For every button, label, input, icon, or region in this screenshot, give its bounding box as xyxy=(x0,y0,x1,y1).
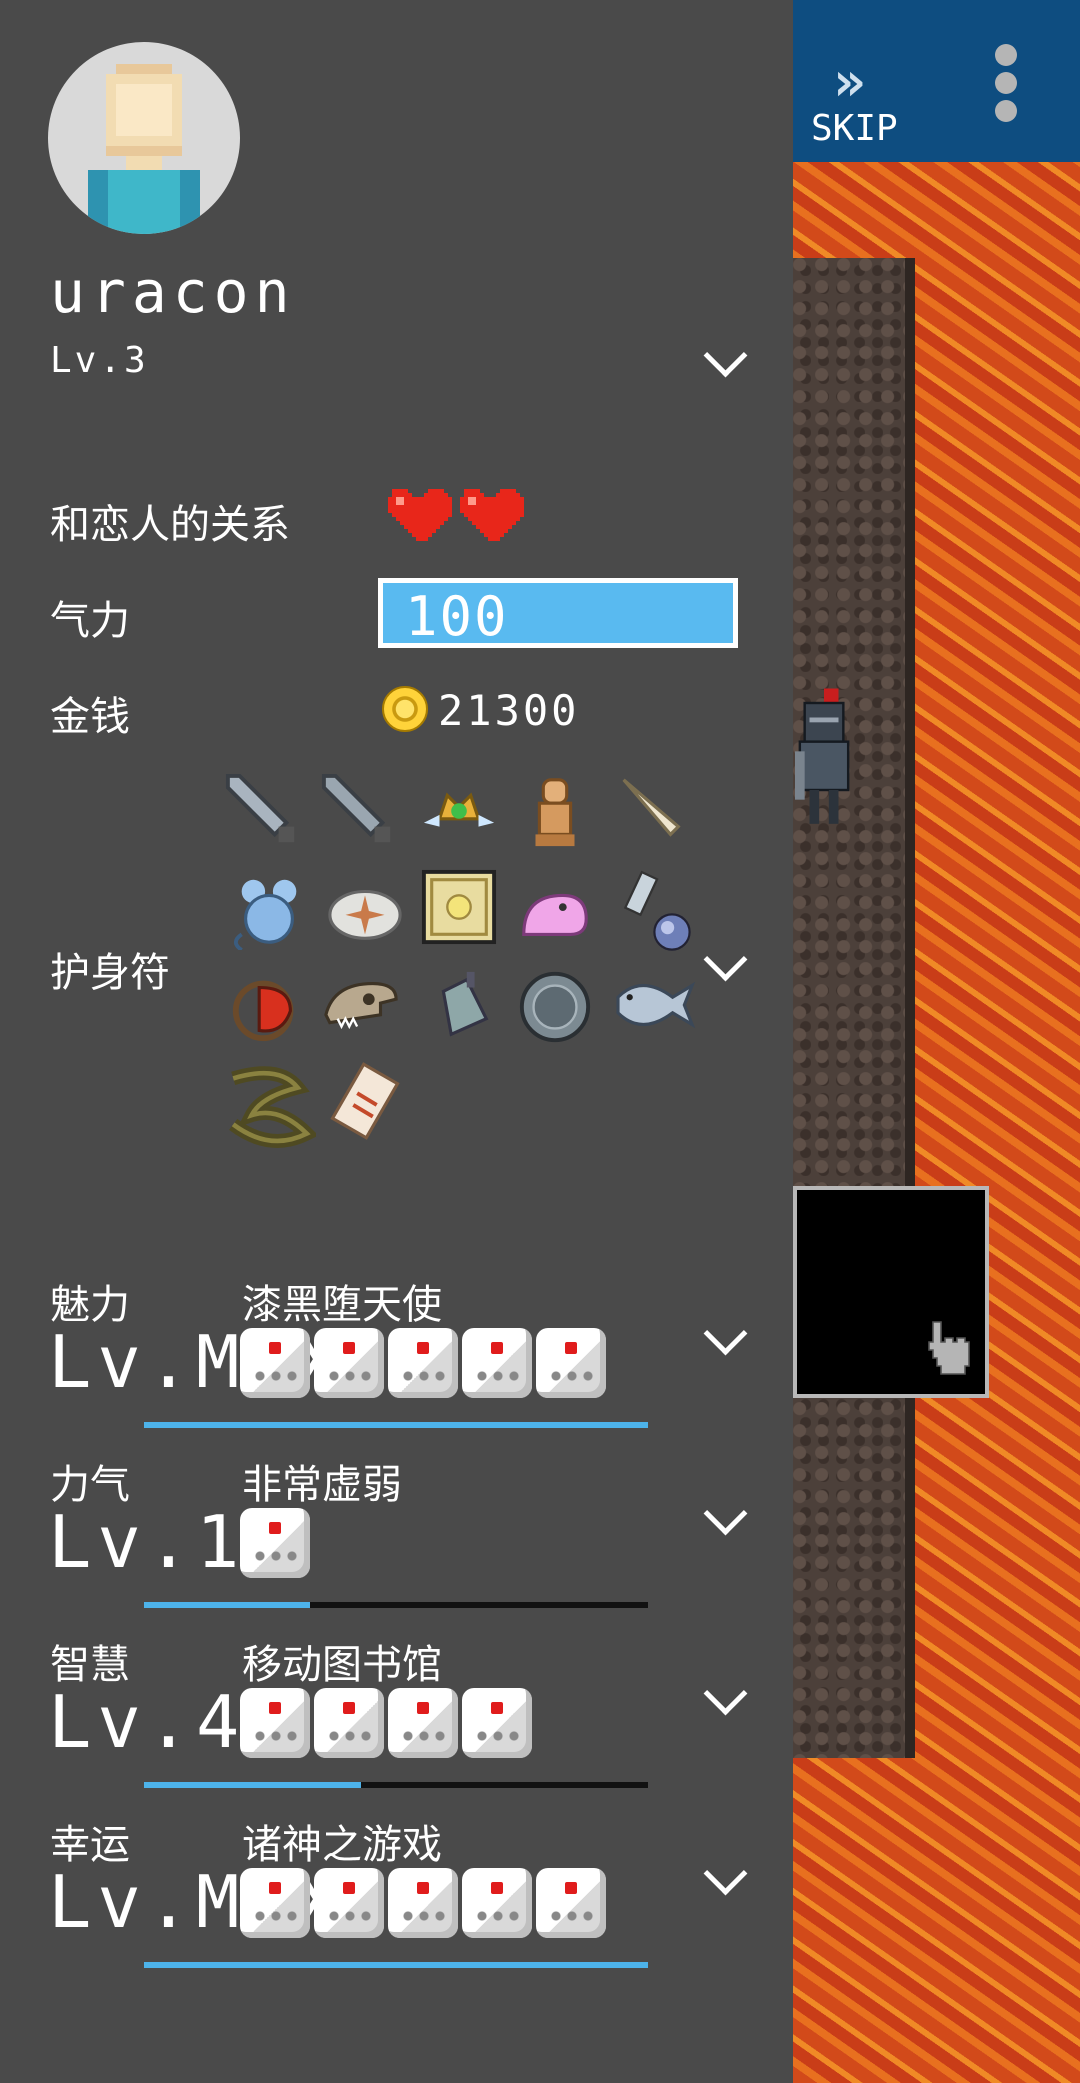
money-label: 金钱 xyxy=(50,694,130,740)
chevron-down-icon[interactable] xyxy=(703,1491,748,1536)
more-menu-icon[interactable] xyxy=(995,44,1017,128)
dice-row xyxy=(240,1688,532,1758)
die-icon xyxy=(388,1328,458,1398)
fossil-shell-icon xyxy=(328,889,402,940)
avatar-pixel-figure xyxy=(88,64,200,234)
progress-bar xyxy=(144,1602,648,1608)
die-icon xyxy=(240,1328,310,1398)
progress-fill xyxy=(144,1422,648,1428)
relationship-label: 和恋人的关系 xyxy=(50,502,290,548)
dice-row xyxy=(240,1328,606,1398)
money-value: 21300 xyxy=(438,686,580,735)
heart-icon xyxy=(388,489,452,541)
winged-crown-icon xyxy=(423,792,495,827)
stat-level: Lv.1 xyxy=(48,1500,246,1584)
sword-icon xyxy=(225,773,295,843)
die-icon xyxy=(314,1868,384,1938)
stat-level: Lv.4 xyxy=(48,1680,246,1764)
progress-fill xyxy=(144,1962,648,1968)
energy-value: 100 xyxy=(405,585,509,648)
sword-icon xyxy=(321,773,391,843)
skip-label: SKIP xyxy=(811,108,898,149)
die-icon xyxy=(536,1868,606,1938)
coin-icon xyxy=(382,686,428,732)
die-icon xyxy=(314,1328,384,1398)
bell-icon xyxy=(441,971,489,1037)
rock-path xyxy=(793,258,915,1758)
dice-row xyxy=(240,1508,310,1578)
dice-row xyxy=(240,1868,606,1938)
die-icon xyxy=(240,1868,310,1938)
avatar[interactable] xyxy=(48,42,240,234)
mouse-icon xyxy=(233,879,297,950)
chevron-down-icon[interactable] xyxy=(703,1671,748,1716)
stat-title: 非常虚弱 xyxy=(242,1462,402,1508)
orb-icon xyxy=(653,913,691,951)
progress-fill xyxy=(144,1782,361,1788)
eel-icon xyxy=(229,1066,316,1148)
minimap[interactable] xyxy=(793,1186,989,1398)
die-icon xyxy=(388,1688,458,1758)
chevron-down-icon[interactable] xyxy=(703,333,748,378)
game-view[interactable]: » SKIP xyxy=(793,0,1080,2083)
dino-skull-icon xyxy=(324,982,398,1030)
die-icon xyxy=(388,1868,458,1938)
pointer-hand-icon xyxy=(928,1321,970,1375)
chevron-down-icon[interactable] xyxy=(703,1851,748,1896)
ticket-icon xyxy=(330,1062,400,1140)
chevron-down-icon[interactable] xyxy=(703,1311,748,1356)
die-icon xyxy=(314,1688,384,1758)
knight-sprite[interactable] xyxy=(795,686,853,836)
die-icon xyxy=(536,1328,606,1398)
red-bird-icon xyxy=(232,980,294,1042)
energy-label: 气力 xyxy=(50,598,130,644)
progress-bar xyxy=(144,1962,648,1968)
chevron-down-icon[interactable] xyxy=(703,937,748,982)
energy-bar: 100 xyxy=(378,578,738,648)
game-top-bar: » SKIP xyxy=(793,0,1080,162)
progress-bar xyxy=(144,1422,648,1428)
die-icon xyxy=(240,1688,310,1758)
die-icon xyxy=(462,1688,532,1758)
idol-icon xyxy=(535,778,575,847)
progress-fill xyxy=(144,1602,311,1608)
die-icon xyxy=(240,1508,310,1578)
charm-label: 护身符 xyxy=(50,950,170,996)
treasure-map-icon xyxy=(421,869,497,945)
die-icon xyxy=(462,1868,532,1938)
die-icon xyxy=(462,1328,532,1398)
pink-slime-icon xyxy=(522,893,588,936)
fast-forward-icon: » xyxy=(833,50,865,113)
player-name: uracon xyxy=(50,258,296,326)
horn-icon xyxy=(622,778,681,837)
round-shield-icon xyxy=(519,971,591,1043)
player-level: Lv.3 xyxy=(50,340,149,381)
fish-icon xyxy=(616,981,696,1029)
status-panel: uracon Lv.3 和恋人的关系 气力 100 金钱 21300 护身符 魅… xyxy=(0,0,793,2083)
stat-title: 移动图书馆 xyxy=(242,1642,442,1688)
progress-bar xyxy=(144,1782,648,1788)
heart-icon xyxy=(460,489,524,541)
